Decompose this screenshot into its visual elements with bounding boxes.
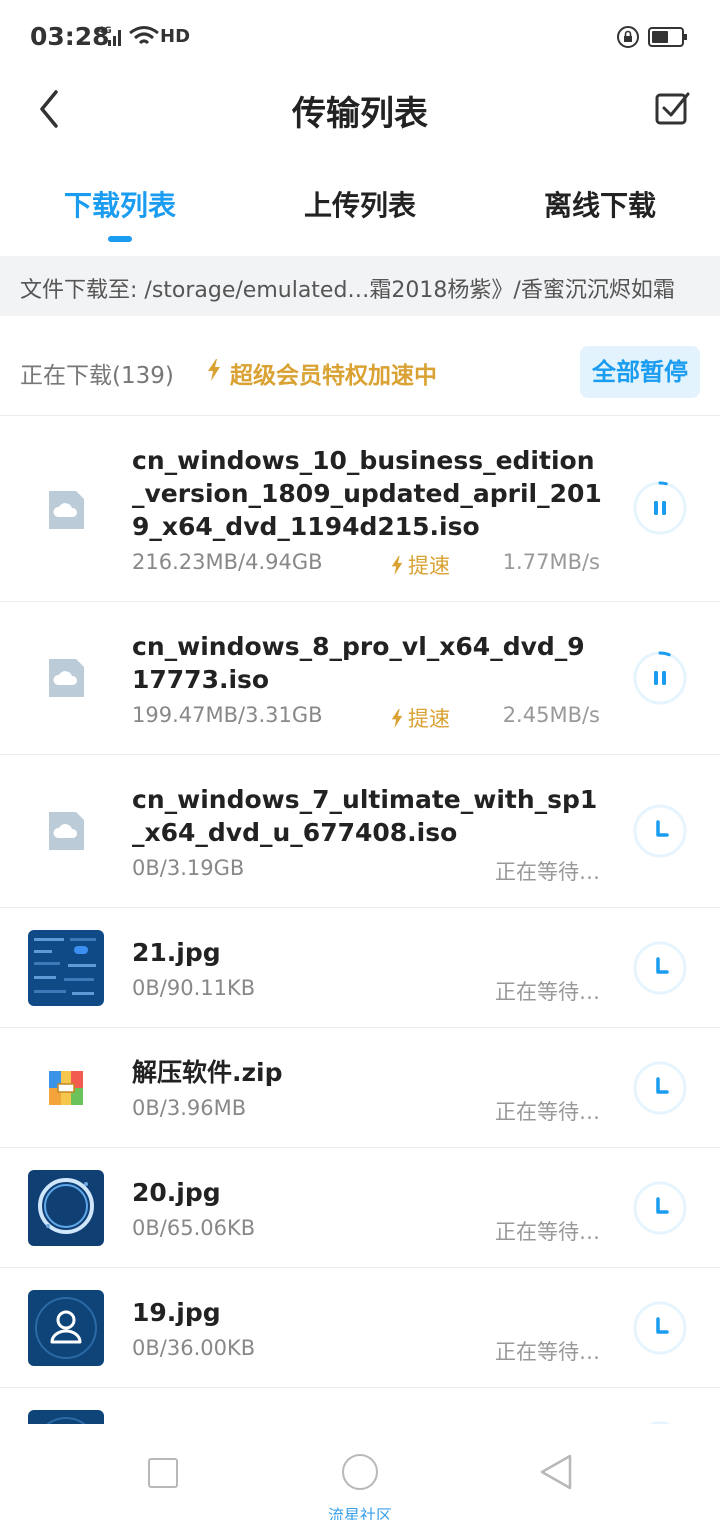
boost-link[interactable]: 提速	[390, 550, 450, 580]
download-path-text: 文件下载至: /storage/emulated…霜2018杨紫》/香蜜沉沉烬如…	[20, 278, 675, 303]
download-speed: 1.77MB/s	[502, 550, 600, 574]
pause-icon[interactable]	[632, 650, 688, 706]
network-type-label: 4G	[98, 26, 112, 36]
clock-icon[interactable]	[632, 803, 688, 859]
lightning-icon	[391, 555, 403, 576]
wifi-icon	[129, 26, 159, 45]
file-size: 216.23MB/4.94GB	[132, 550, 323, 574]
file-size: 0B/90.11KB	[132, 976, 256, 1000]
download-row[interactable]: cn_windows_8_pro_vl_x64_dvd_917773.iso 1…	[0, 602, 720, 755]
boost-label: 提速	[408, 707, 450, 731]
rotation-lock-icon	[617, 26, 639, 48]
file-size: 0B/3.19GB	[132, 856, 245, 880]
file-name: 20.jpg	[132, 1178, 221, 1207]
system-navigation-bar: 流星社区	[0, 1424, 720, 1520]
file-name: 21.jpg	[132, 938, 221, 967]
tab-bar: 下载列表 上传列表 离线下载	[0, 170, 720, 254]
file-name: cn_windows_8_pro_vl_x64_dvd_917773.iso	[132, 632, 585, 694]
clock-icon[interactable]	[632, 1060, 688, 1116]
tab-upload-list[interactable]: 上传列表	[240, 184, 480, 224]
active-tab-indicator	[108, 236, 132, 242]
file-size: 0B/3.96MB	[132, 1096, 247, 1120]
hd-badge: HD	[160, 26, 191, 47]
page-title: 传输列表	[292, 94, 428, 134]
clock-icon[interactable]	[632, 940, 688, 996]
downloading-section-header: 正在下载(139) 超级会员特权加速中 全部暂停	[0, 316, 720, 416]
downloading-count: 正在下载(139)	[20, 363, 174, 389]
boost-label: 提速	[408, 554, 450, 578]
image-thumbnail	[28, 930, 104, 1006]
download-row[interactable]: 19.jpg 0B/36.00KB 正在等待…	[0, 1268, 720, 1388]
pause-all-button[interactable]: 全部暂停	[580, 346, 700, 398]
file-size: 0B/36.00KB	[132, 1336, 256, 1360]
download-row[interactable]: 20.jpg 0B/65.06KB 正在等待…	[0, 1148, 720, 1268]
file-size: 0B/65.06KB	[132, 1216, 256, 1240]
download-row[interactable]	[0, 1388, 720, 1424]
file-name: cn_windows_10_business_edition_version_1…	[132, 446, 602, 541]
file-icon	[49, 491, 84, 529]
watermark: 流星社区	[327, 1506, 392, 1520]
tab-download-list[interactable]: 下载列表	[0, 184, 240, 224]
status-bar: 03:28 4G HD	[0, 0, 720, 72]
waiting-status: 正在等待…	[495, 860, 600, 884]
file-size: 199.47MB/3.31GB	[132, 703, 323, 727]
file-icon	[49, 659, 84, 697]
multi-select-checkbox-icon[interactable]	[654, 90, 692, 128]
download-row[interactable]: 21.jpg 0B/90.11KB 正在等待…	[0, 908, 720, 1028]
waiting-status: 正在等待…	[495, 1100, 600, 1124]
back-triangle-icon[interactable]	[538, 1452, 574, 1492]
image-thumbnail	[28, 1290, 104, 1366]
vip-speedup-label: 超级会员特权加速中	[230, 363, 437, 389]
waiting-status: 正在等待…	[495, 1220, 600, 1244]
app-header: 传输列表	[0, 72, 720, 152]
lightning-icon	[208, 359, 220, 381]
download-path-bar[interactable]: 文件下载至: /storage/emulated…霜2018杨紫》/香蜜沉沉烬如…	[0, 256, 720, 316]
recent-apps-button[interactable]	[148, 1458, 178, 1488]
file-icon	[49, 812, 84, 850]
battery-icon	[648, 27, 687, 47]
file-name: cn_windows_7_ultimate_with_sp1_x64_dvd_u…	[132, 785, 598, 847]
pause-icon[interactable]	[632, 480, 688, 536]
waiting-status: 正在等待…	[495, 1340, 600, 1364]
clock-icon[interactable]	[632, 1180, 688, 1236]
download-row[interactable]: cn_windows_7_ultimate_with_sp1_x64_dvd_u…	[0, 755, 720, 908]
image-thumbnail	[28, 1170, 104, 1246]
lightning-icon	[391, 708, 403, 729]
cellular-signal-icon: 4G	[98, 26, 121, 46]
boost-link[interactable]: 提速	[390, 703, 450, 733]
download-speed: 2.45MB/s	[502, 703, 600, 727]
file-name: 解压软件.zip	[132, 1058, 283, 1087]
zip-icon	[49, 1071, 83, 1105]
download-row[interactable]: 解压软件.zip 0B/3.96MB 正在等待…	[0, 1028, 720, 1148]
tab-offline-download[interactable]: 离线下载	[480, 184, 720, 224]
download-row[interactable]: cn_windows_10_business_edition_version_1…	[0, 416, 720, 602]
waiting-status: 正在等待…	[495, 980, 600, 1004]
image-thumbnail	[28, 1410, 104, 1424]
download-list: cn_windows_10_business_edition_version_1…	[0, 416, 720, 1424]
clock-icon[interactable]	[632, 1300, 688, 1356]
file-name: 19.jpg	[132, 1298, 221, 1327]
home-button[interactable]	[342, 1454, 378, 1490]
